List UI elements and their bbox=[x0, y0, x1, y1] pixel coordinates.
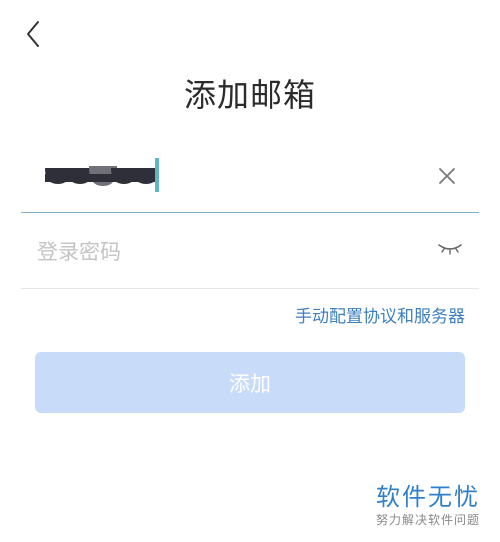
add-button[interactable]: 添加 bbox=[35, 352, 465, 413]
eye-closed-icon bbox=[438, 244, 462, 255]
email-field[interactable] bbox=[21, 140, 479, 213]
page-title: 添加邮箱 bbox=[183, 76, 316, 114]
manual-config-link[interactable]: 手动配置协议和服务器 bbox=[295, 302, 465, 327]
clear-email-button[interactable] bbox=[437, 166, 457, 186]
close-icon bbox=[439, 168, 455, 184]
add-mailbox-page: 添加邮箱 手动配置协议和服务器 添加 软件无忧 努力解决软件问题 bbox=[0, 0, 500, 542]
email-input[interactable] bbox=[45, 158, 429, 200]
watermark-title: 软件无忧 bbox=[375, 483, 480, 511]
password-field[interactable] bbox=[21, 213, 479, 289]
chevron-left-icon bbox=[27, 21, 39, 47]
password-input[interactable] bbox=[35, 231, 419, 273]
watermark-logo: 软件无忧 努力解决软件问题 bbox=[376, 482, 480, 528]
back-button[interactable] bbox=[20, 18, 50, 50]
watermark-subtitle: 努力解决软件问题 bbox=[375, 513, 480, 527]
toggle-password-visibility-button[interactable] bbox=[437, 241, 463, 257]
